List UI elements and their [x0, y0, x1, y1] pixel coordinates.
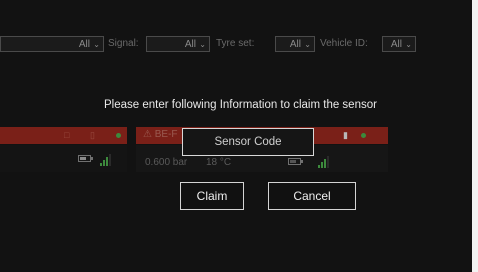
lock-icon: □ [64, 130, 70, 140]
tyre-set-label: Tyre set: [216, 38, 255, 49]
vehicle-id-select[interactable]: All ⌄ [382, 36, 416, 52]
chevron-down-icon: ⌄ [93, 40, 100, 49]
temperature-value: 18 °C [206, 157, 232, 168]
window-edge [472, 0, 478, 272]
sensor-card-left-body [0, 145, 127, 172]
filter-select-first[interactable]: All ⌄ [0, 36, 104, 52]
filter-select-first-value: All [78, 39, 90, 50]
chevron-down-icon: ⌄ [304, 40, 311, 49]
status-dot-icon [361, 133, 366, 138]
battery-icon [78, 155, 93, 162]
alert-icon: ⚠ [143, 129, 155, 140]
chevron-down-icon: ⌄ [405, 40, 412, 49]
sensor-code-input[interactable] [182, 128, 314, 156]
pressure-value: 0.600 bar [145, 157, 188, 168]
vehicle-id-label: Vehicle ID: [320, 38, 368, 49]
sensor-card-right-title: ⚠ BE-F [143, 129, 178, 140]
tyre-icon: ▯ [90, 130, 95, 140]
signal-label: Signal: [108, 38, 139, 49]
chevron-down-icon: ⌄ [199, 40, 206, 49]
signal-select[interactable]: All ⌄ [146, 36, 210, 52]
signal-select-value: All [184, 39, 196, 50]
claim-button[interactable]: Claim [180, 182, 244, 210]
tyre-set-select[interactable]: All ⌄ [275, 36, 315, 52]
tyre-icon: ▮ [343, 130, 348, 140]
claim-prompt-text: Please enter following Information to cl… [104, 99, 377, 111]
vehicle-id-select-value: All [390, 39, 402, 50]
battery-icon [288, 158, 303, 165]
filter-bar: All ⌄ Signal: All ⌄ Tyre set: All ⌄ Vehi… [0, 30, 440, 56]
signal-bars-icon [100, 154, 114, 166]
sensor-name: BE-F [154, 129, 178, 140]
status-dot-icon [116, 133, 121, 138]
cancel-button[interactable]: Cancel [268, 182, 356, 210]
signal-bars-icon [318, 156, 332, 168]
sensor-card-left-header[interactable]: □ ▯ [0, 127, 127, 144]
tyre-set-select-value: All [289, 39, 301, 50]
